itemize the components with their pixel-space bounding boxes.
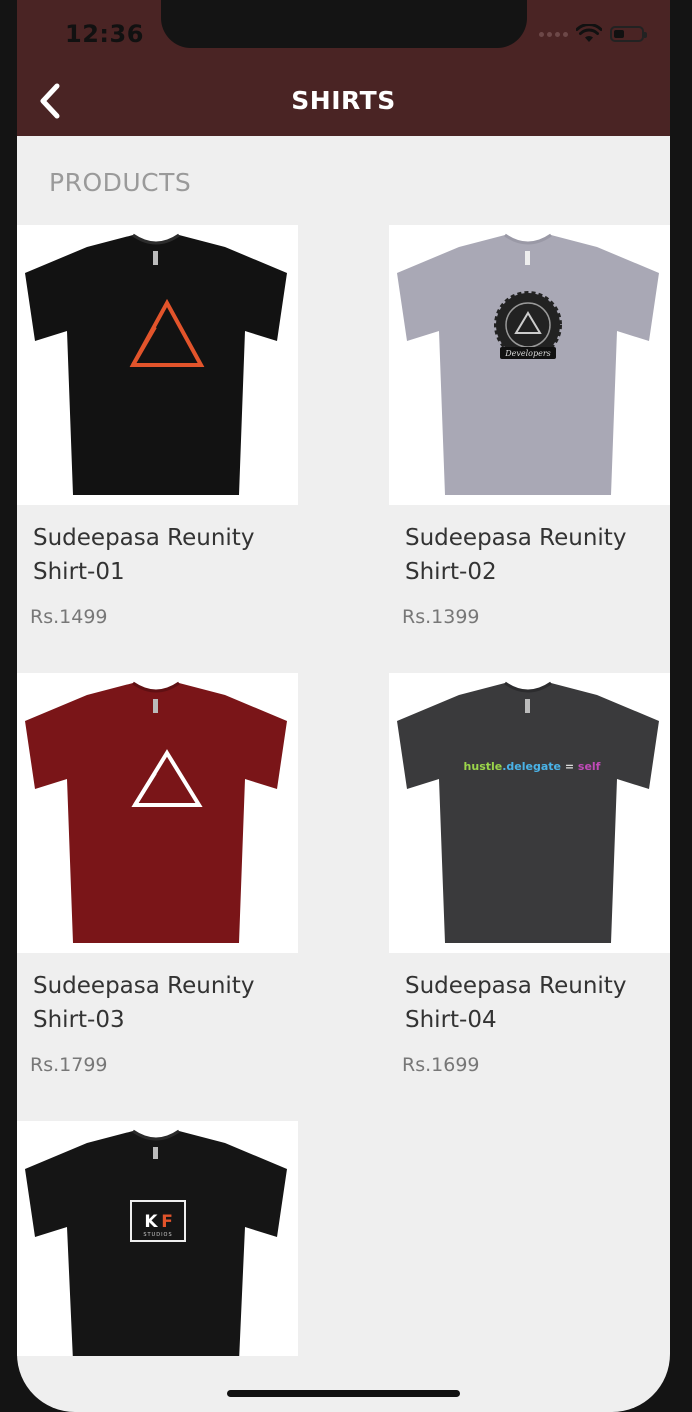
phone-frame: 12:36 SHIRTS PRODUCTS Sudeepasa Reunity … (0, 0, 692, 1412)
device-notch (161, 0, 527, 48)
status-icons (539, 24, 647, 44)
svg-text:hustle.delegate = self: hustle.delegate = self (464, 760, 601, 773)
graphic-text-self: self (578, 760, 601, 773)
svg-text:Developers: Developers (504, 349, 551, 358)
product-image: hustle.delegate = self (389, 673, 670, 953)
product-image: K F STUDIOS (17, 1121, 298, 1356)
graphic-text-equals: = (561, 760, 578, 773)
signal-icon (539, 31, 568, 37)
logo-studios-text: STUDIOS (143, 1232, 172, 1238)
product-image: Developers (389, 225, 670, 505)
product-name: Sudeepasa Reunity Shirt-03 (33, 973, 255, 1033)
app-screen: 12:36 SHIRTS PRODUCTS Sudeepasa Reunity … (17, 0, 670, 1412)
product-image (17, 673, 298, 953)
home-indicator[interactable] (227, 1390, 460, 1397)
battery-icon (610, 26, 647, 42)
logo-letter-f: F (161, 1212, 173, 1232)
product-price: Rs.1499 (30, 606, 108, 628)
product-name: Sudeepasa Reunity Shirt-04 (405, 973, 627, 1033)
product-image (17, 225, 298, 505)
status-time: 12:36 (65, 20, 144, 48)
product-name: Sudeepasa Reunity Shirt-02 (405, 525, 627, 585)
graphic-text-hustle: hustle (464, 760, 503, 773)
wifi-icon (576, 24, 602, 42)
product-name: Sudeepasa Reunity Shirt-01 (33, 525, 255, 585)
logo-letter-k: K (144, 1212, 158, 1232)
product-price: Rs.1399 (402, 606, 480, 628)
section-label: PRODUCTS (49, 168, 192, 197)
product-price: Rs.1799 (30, 1054, 108, 1076)
graphic-text-delegate: .delegate (502, 760, 561, 773)
product-price: Rs.1699 (402, 1054, 480, 1076)
page-title: SHIRTS (291, 86, 396, 115)
